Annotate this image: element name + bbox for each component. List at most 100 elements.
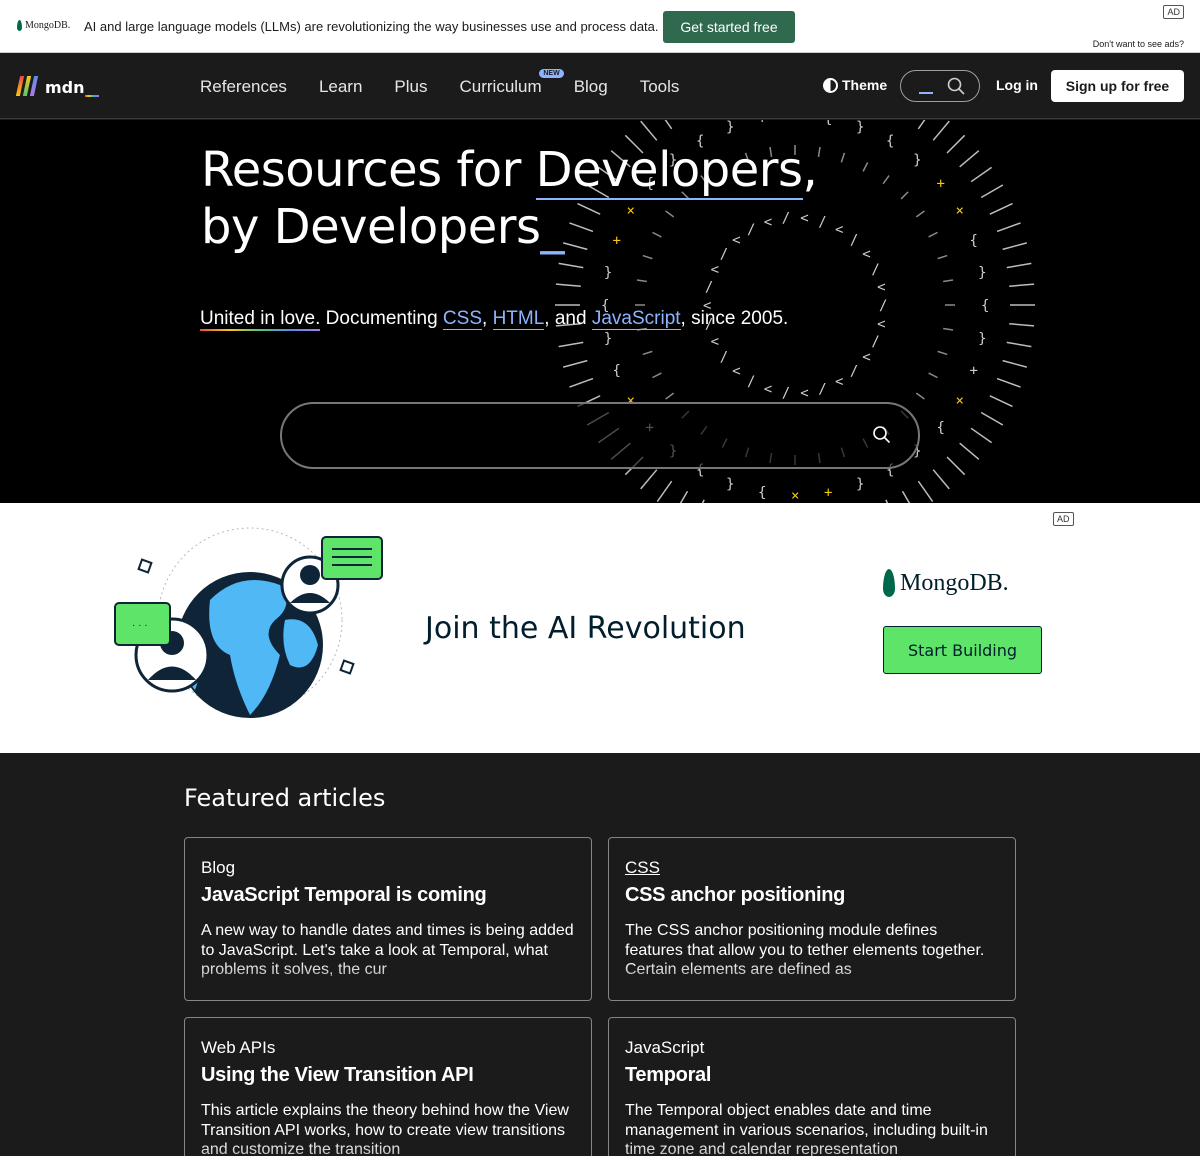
mongodb-wordmark: MongoDB. bbox=[900, 569, 1009, 596]
mongodb-leaf-icon bbox=[883, 569, 895, 597]
nav-curriculum[interactable]: Curriculum NEW bbox=[459, 68, 564, 97]
search-icon bbox=[947, 77, 965, 95]
signup-button[interactable]: Sign up for free bbox=[1051, 70, 1184, 102]
svg-text:/: / bbox=[747, 374, 755, 390]
banner-ad[interactable]: · · · Join the AI Revolution AD MongoDB.… bbox=[0, 503, 1200, 753]
nav-references[interactable]: References bbox=[200, 77, 287, 97]
tagline-sep: , bbox=[482, 308, 493, 329]
united-in-love-link[interactable]: United in love. bbox=[200, 308, 321, 331]
svg-text:/: / bbox=[818, 382, 826, 398]
ad-label: AD bbox=[1163, 5, 1184, 19]
svg-text:/: / bbox=[720, 350, 728, 366]
svg-text:}: } bbox=[856, 120, 864, 135]
svg-text:{: { bbox=[824, 120, 832, 127]
svg-text:/: / bbox=[850, 363, 858, 379]
main-navigation: mdn References Learn Plus Curriculum NEW… bbox=[0, 54, 1200, 119]
svg-text:<: < bbox=[764, 382, 772, 398]
svg-text:<: < bbox=[877, 316, 885, 332]
article-description: A new way to handle dates and times is b… bbox=[201, 922, 574, 978]
nav-curriculum-label: Curriculum bbox=[459, 76, 542, 96]
top-ad-banner[interactable]: MongoDB. AI and large language models (L… bbox=[0, 0, 1200, 53]
mdn-m-icon bbox=[15, 76, 41, 96]
css-link[interactable]: CSS bbox=[442, 308, 482, 330]
hero-section: / < / < / < / < / < / < / < / < / < / < / < / < / < / < / <{} + ×{}{} + ×… bbox=[0, 120, 1200, 503]
mongodb-logo[interactable]: MongoDB. bbox=[17, 20, 70, 31]
start-building-button[interactable]: Start Building bbox=[883, 626, 1042, 674]
nav-plus[interactable]: Plus bbox=[394, 77, 427, 97]
search-icon[interactable] bbox=[872, 425, 892, 445]
new-badge: NEW bbox=[539, 68, 564, 78]
mongodb-wordmark: MongoDB. bbox=[25, 20, 71, 31]
article-category: JavaScript bbox=[625, 1038, 705, 1057]
article-title[interactable]: Using the View Transition API bbox=[201, 1064, 575, 1087]
svg-text:}: } bbox=[604, 265, 612, 281]
tagline-sep: , and bbox=[544, 308, 592, 329]
javascript-link[interactable]: JavaScript bbox=[591, 308, 681, 330]
hero-title: Resources for Developers, by Developers_ bbox=[201, 142, 818, 256]
svg-text:×: × bbox=[956, 203, 964, 219]
svg-text:}: } bbox=[726, 120, 734, 135]
svg-text:{: { bbox=[981, 298, 989, 314]
mdn-logo[interactable]: mdn bbox=[15, 76, 99, 97]
svg-text:/: / bbox=[850, 233, 858, 249]
article-card[interactable]: JavaScript Temporal The Temporal object … bbox=[608, 1017, 1016, 1156]
svg-text:/: / bbox=[879, 298, 887, 314]
banner-headline[interactable]: Join the AI Revolution bbox=[425, 611, 746, 646]
nav-blog[interactable]: Blog bbox=[574, 77, 608, 97]
article-title[interactable]: Temporal bbox=[625, 1064, 999, 1087]
svg-text:{: { bbox=[937, 420, 945, 436]
globe-illustration: · · · bbox=[114, 527, 383, 718]
article-card[interactable]: CSS CSS anchor positioning The CSS ancho… bbox=[608, 837, 1016, 1001]
get-started-button[interactable]: Get started free bbox=[663, 11, 795, 43]
article-category-link[interactable]: CSS bbox=[625, 858, 999, 878]
svg-text:}: } bbox=[978, 331, 986, 347]
svg-text:<: < bbox=[711, 262, 719, 278]
svg-text:{: { bbox=[758, 485, 766, 501]
svg-text:<: < bbox=[732, 363, 740, 379]
svg-text:/: / bbox=[782, 386, 790, 402]
svg-text:}: } bbox=[913, 152, 921, 168]
hero-search-input[interactable] bbox=[280, 402, 920, 469]
svg-text:+: + bbox=[970, 363, 978, 379]
hero-title-cursor: _ bbox=[540, 199, 565, 255]
article-card[interactable]: Blog JavaScript Temporal is coming A new… bbox=[184, 837, 592, 1001]
svg-text:<: < bbox=[835, 222, 843, 238]
article-title[interactable]: JavaScript Temporal is coming bbox=[201, 884, 575, 907]
article-card[interactable]: Web APIs Using the View Transition API T… bbox=[184, 1017, 592, 1156]
svg-text:<: < bbox=[862, 246, 870, 262]
svg-text:<: < bbox=[711, 334, 719, 350]
article-description: The CSS anchor positioning module define… bbox=[625, 922, 985, 978]
ad-label: AD bbox=[1053, 512, 1074, 526]
svg-text:×: × bbox=[956, 393, 964, 409]
article-category: Blog bbox=[201, 858, 236, 877]
nav-tools[interactable]: Tools bbox=[640, 77, 680, 97]
mongodb-logo[interactable]: MongoDB. bbox=[883, 569, 1009, 597]
svg-text:<: < bbox=[877, 280, 885, 296]
nav-search-button[interactable] bbox=[900, 70, 980, 102]
article-title[interactable]: CSS anchor positioning bbox=[625, 884, 999, 907]
nav-learn[interactable]: Learn bbox=[319, 77, 362, 97]
mongodb-leaf-icon bbox=[17, 20, 22, 31]
svg-text:+: + bbox=[937, 176, 945, 192]
svg-text:×: × bbox=[791, 488, 799, 503]
hero-tagline: United in love. Documenting CSS, HTML, a… bbox=[200, 308, 789, 331]
hero-title-comma: , bbox=[802, 142, 818, 198]
svg-text:{: { bbox=[970, 233, 978, 249]
html-link[interactable]: HTML bbox=[492, 308, 545, 330]
theme-switcher[interactable]: Theme bbox=[823, 77, 887, 93]
hero-title-developers: Developers bbox=[535, 142, 803, 200]
article-description: The Temporal object enables date and tim… bbox=[625, 1102, 988, 1156]
search-cursor bbox=[919, 92, 933, 94]
svg-text:/: / bbox=[818, 214, 826, 230]
ad-message[interactable]: AI and large language models (LLMs) are … bbox=[84, 19, 659, 34]
theme-icon bbox=[823, 77, 838, 93]
login-link[interactable]: Log in bbox=[996, 77, 1038, 93]
svg-text:}: } bbox=[604, 331, 612, 347]
svg-text:+: + bbox=[758, 120, 766, 127]
svg-text:/: / bbox=[871, 262, 879, 278]
svg-text:/: / bbox=[705, 280, 713, 296]
remove-ads-link[interactable]: Don't want to see ads? bbox=[1093, 39, 1184, 49]
tagline-end: , since 2005. bbox=[680, 308, 789, 329]
svg-text:/: / bbox=[871, 334, 879, 350]
hero-title-part2: by Developers bbox=[201, 199, 541, 255]
